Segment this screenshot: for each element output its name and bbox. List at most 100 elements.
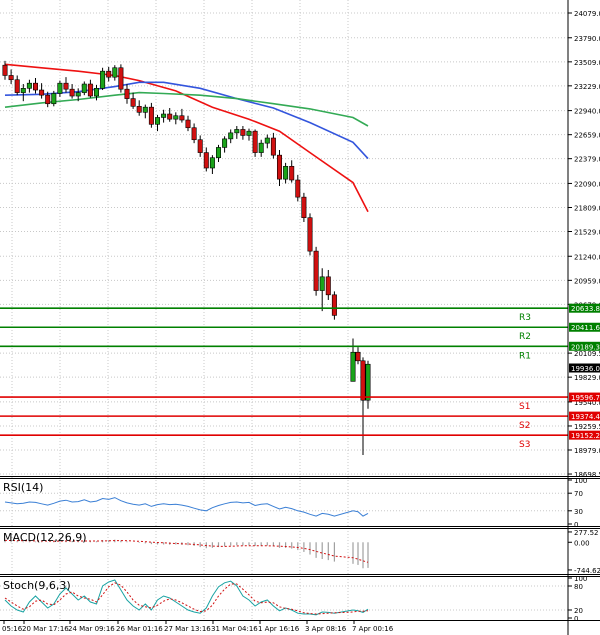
candle-body-down bbox=[69, 88, 75, 97]
time-tick-label: 24 Mar 09:16 bbox=[68, 625, 115, 633]
time-tick-label: 31 Mar 04:16 bbox=[211, 625, 258, 633]
candle-body-down bbox=[197, 139, 203, 153]
candle-body-up bbox=[142, 106, 148, 113]
candle bbox=[118, 64, 124, 93]
price-tick-label: 22379.0 bbox=[574, 156, 600, 164]
time-tick-label: 20 Mar 17:16 bbox=[22, 625, 69, 633]
candle-body-up bbox=[161, 113, 167, 118]
candle bbox=[307, 213, 313, 256]
price-tick-label: 19829.0 bbox=[574, 374, 600, 382]
candle-body-down bbox=[295, 179, 301, 198]
candle-body-up bbox=[26, 82, 32, 89]
candle-body-up bbox=[209, 157, 215, 169]
candle-body-up bbox=[100, 70, 106, 89]
candle-body-down bbox=[276, 154, 282, 180]
candle-body-down bbox=[14, 79, 20, 93]
stoch-tick-label: 0 bbox=[574, 615, 578, 623]
price-tick-label: 23790.0 bbox=[574, 35, 600, 43]
candle-body-up bbox=[365, 363, 371, 401]
price-tick-label: 21240.0 bbox=[574, 253, 600, 261]
rsi-tick-label: 0 bbox=[574, 521, 578, 529]
candle-body-down bbox=[325, 276, 331, 296]
candle bbox=[100, 67, 106, 91]
stoch-tick-label: 20 bbox=[574, 607, 583, 615]
candle-body-down bbox=[124, 88, 130, 99]
candle-body-up bbox=[234, 129, 240, 134]
rsi-tick-label: 30 bbox=[574, 508, 583, 516]
level-name-r1: R1 bbox=[519, 351, 531, 361]
candle-body-down bbox=[167, 113, 173, 120]
candle-body-down bbox=[185, 119, 191, 129]
macd-label: MACD(12,26,9) bbox=[3, 531, 87, 544]
candle-body-down bbox=[45, 94, 51, 105]
price-tick-label: 23229.0 bbox=[574, 83, 600, 91]
price-tick-label: 22940.0 bbox=[574, 108, 600, 116]
candle-body-down bbox=[8, 75, 14, 81]
level-price-label: 19374.4 bbox=[571, 413, 600, 421]
time-tick-label: 05:16 bbox=[2, 625, 23, 633]
candle-body-up bbox=[283, 165, 289, 180]
candle-body-up bbox=[75, 92, 81, 97]
candle-body-up bbox=[20, 88, 26, 93]
rsi-label: RSI(14) bbox=[3, 481, 43, 494]
price-tick-label: 22659.0 bbox=[574, 132, 600, 140]
candle bbox=[301, 192, 307, 222]
candle bbox=[252, 129, 258, 157]
candle-body-up bbox=[57, 82, 63, 94]
candle-body-down bbox=[2, 64, 8, 76]
current-price-label: 19936.0 bbox=[571, 365, 600, 373]
candle-body-down bbox=[355, 351, 361, 362]
price-tick-label: 23509.0 bbox=[574, 59, 600, 67]
level-price-label: 20633.8 bbox=[571, 305, 600, 313]
rsi-tick-label: 70 bbox=[574, 490, 583, 498]
candle-body-down bbox=[307, 217, 313, 252]
candle-body-down bbox=[360, 360, 366, 401]
candle-body-up bbox=[319, 276, 325, 291]
stoch-tick-label: 100 bbox=[574, 575, 587, 583]
price-tick-label: 18979.0 bbox=[574, 447, 600, 455]
candle-body-down bbox=[32, 82, 38, 91]
price-tick-label: 21529.0 bbox=[574, 229, 600, 237]
price-tick-label: 20959.0 bbox=[574, 277, 600, 285]
candle-body-up bbox=[216, 147, 222, 159]
candle-body-down bbox=[289, 165, 295, 181]
candle-body-down bbox=[118, 67, 124, 90]
candle-body-down bbox=[148, 106, 154, 125]
candle bbox=[51, 90, 57, 107]
candle-body-down bbox=[106, 70, 112, 78]
candle-body-down bbox=[191, 127, 197, 141]
macd-tick-label: -744.62 bbox=[574, 567, 600, 575]
candle-body-up bbox=[112, 67, 118, 78]
candle-body-up bbox=[246, 130, 252, 136]
price-tick-label: 19259.5 bbox=[574, 423, 600, 431]
price-tick-label: 24079.0 bbox=[574, 10, 600, 18]
candle-body-up bbox=[94, 88, 100, 97]
candle-body-up bbox=[222, 138, 228, 148]
candle-body-down bbox=[331, 294, 337, 316]
time-tick-label: 27 Mar 13:16 bbox=[164, 625, 211, 633]
candle-body-up bbox=[264, 137, 270, 144]
stoch-label: Stoch(9,6,3) bbox=[3, 579, 71, 592]
level-name-s3: S3 bbox=[519, 440, 530, 450]
rsi-tick-label: 100 bbox=[574, 477, 587, 485]
candle-body-up bbox=[81, 83, 87, 93]
candle-body-down bbox=[130, 98, 136, 107]
candle-body-up bbox=[228, 132, 234, 140]
candle-body-down bbox=[63, 82, 69, 90]
candle-body-down bbox=[240, 129, 246, 136]
level-name-s1: S1 bbox=[519, 402, 530, 412]
time-tick-label: 3 Apr 08:16 bbox=[305, 625, 347, 633]
time-tick-label: 1 Apr 16:16 bbox=[258, 625, 300, 633]
time-tick-label: 7 Apr 00:16 bbox=[352, 625, 394, 633]
level-price-label: 19596.7 bbox=[571, 394, 600, 402]
candle-body-down bbox=[301, 196, 307, 219]
candle-body-down bbox=[136, 106, 142, 113]
candle-body-down bbox=[313, 250, 319, 291]
candle-body-down bbox=[39, 89, 45, 96]
level-price-label: 20189.3 bbox=[571, 343, 600, 351]
candle-body-down bbox=[203, 152, 209, 169]
price-tick-label: 22090.0 bbox=[574, 180, 600, 188]
price-chart: 24079.0 23790.0 23509.0 23229.0 22940.0 22659… bbox=[0, 0, 600, 635]
level-name-r2: R2 bbox=[519, 332, 531, 342]
candle-body-down bbox=[179, 115, 185, 121]
